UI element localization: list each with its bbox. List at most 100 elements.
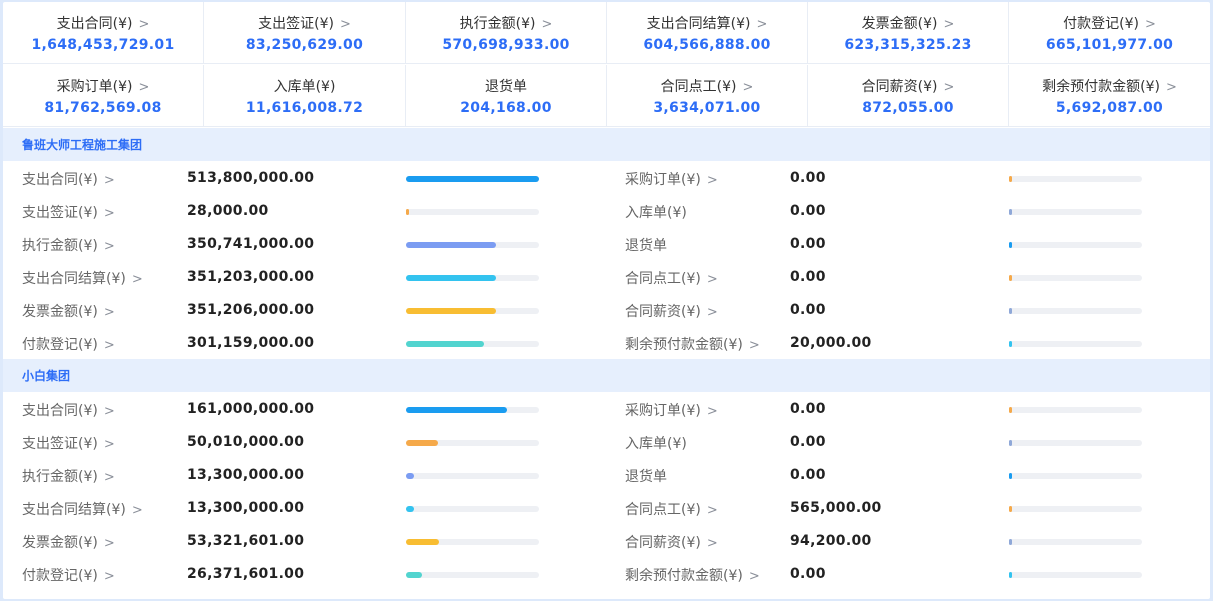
progress-track (1009, 539, 1142, 545)
metric-label-text: 支出合同(¥) (22, 403, 98, 419)
metric-label[interactable]: 执行金额(¥) > (22, 466, 115, 486)
chevron-right-icon: > (748, 338, 760, 353)
metric-value: 94,200.00 (790, 533, 872, 549)
chevron-right-icon: > (103, 206, 115, 221)
chevron-right-icon: > (1144, 17, 1156, 32)
chevron-right-icon: > (131, 272, 143, 287)
chevron-right-icon: > (748, 569, 760, 584)
metric-label[interactable]: 付款登记(¥) > (22, 334, 115, 354)
metric-label[interactable]: 支出合同结算(¥) > (22, 268, 143, 288)
metric-label-text: 剩余预付款金额(¥) (625, 568, 743, 584)
metric-value: 0.00 (790, 269, 826, 285)
metric-label[interactable]: 支出签证(¥) > (22, 433, 115, 453)
summary-card[interactable]: 支出签证(¥) >83,250,629.00 (204, 2, 406, 64)
summary-label: 支出签证(¥) > (204, 13, 405, 33)
summary-label: 剩余预付款金额(¥) > (1009, 76, 1210, 96)
metric-label[interactable]: 合同点工(¥) > (625, 499, 718, 519)
progress-fill (406, 473, 414, 479)
progress-fill (406, 539, 439, 545)
progress-track (1009, 176, 1142, 182)
metric-label[interactable]: 发票金额(¥) > (22, 532, 115, 552)
metric-label[interactable]: 采购订单(¥) > (625, 400, 718, 420)
summary-card[interactable]: 剩余预付款金额(¥) >5,692,087.00 (1009, 65, 1210, 127)
summary-label-text: 支出签证(¥) (258, 16, 334, 32)
chevron-right-icon: > (103, 470, 115, 485)
metric-label[interactable]: 支出合同(¥) > (22, 169, 115, 189)
chevron-right-icon: > (1165, 80, 1177, 95)
progress-fill (406, 242, 496, 248)
metric-label-text: 发票金额(¥) (22, 304, 98, 320)
metric-label[interactable]: 支出签证(¥) > (22, 202, 115, 222)
summary-card[interactable]: 执行金额(¥) >570,698,933.00 (406, 2, 607, 64)
metric-value: 513,800,000.00 (187, 170, 315, 186)
metric-label: 退货单 (625, 235, 667, 255)
metric-label[interactable]: 剩余预付款金额(¥) > (625, 334, 760, 354)
metric-label-text: 合同薪资(¥) (625, 304, 701, 320)
summary-card[interactable]: 支出合同(¥) >1,648,453,729.01 (3, 2, 204, 64)
metric-row: 付款登记(¥) >26,371,601.00 剩余预付款金额(¥) >0.00 (3, 557, 1210, 590)
metric-row: 执行金额(¥) > 350,741,000.00 退货单 0.00 (3, 227, 1210, 260)
progress-track (1009, 506, 1142, 512)
metric-label[interactable]: 执行金额(¥) > (22, 235, 115, 255)
metric-row: 支出合同结算(¥) >13,300,000.00 合同点工(¥) >565,000.0… (3, 491, 1210, 524)
metric-value: 50,010,000.00 (187, 434, 305, 450)
summary-card[interactable]: 支出合同结算(¥) >604,566,888.00 (607, 2, 808, 64)
progress-track (1009, 242, 1142, 248)
metric-label-text: 执行金额(¥) (22, 469, 98, 485)
metric-label-text: 支出签证(¥) (22, 205, 98, 221)
metric-value: 28,000.00 (187, 203, 269, 219)
summary-card: 入库单(¥) 11,616,008.72 (204, 65, 406, 127)
metric-row: 执行金额(¥) >13,300,000.00 退货单 0.00 (3, 458, 1210, 491)
summary-card[interactable]: 合同点工(¥) >3,634,071.00 (607, 65, 808, 127)
summary-card[interactable]: 发票金额(¥) >623,315,325.23 (808, 2, 1009, 64)
metric-value: 0.00 (790, 401, 826, 417)
summary-value: 1,648,453,729.01 (31, 37, 175, 53)
metric-value: 351,206,000.00 (187, 302, 315, 318)
summary-card[interactable]: 付款登记(¥) >665,101,977.00 (1009, 2, 1210, 64)
progress-track (1009, 407, 1142, 413)
progress-track (406, 176, 539, 182)
progress-fill (406, 209, 409, 215)
progress-track (406, 308, 539, 314)
metric-label[interactable]: 采购订单(¥) > (625, 169, 718, 189)
metric-label[interactable]: 支出合同结算(¥) > (22, 499, 143, 519)
metric-label[interactable]: 合同薪资(¥) > (625, 532, 718, 552)
metric-label-text: 支出合同结算(¥) (22, 502, 126, 518)
group-title: 小白集团 (22, 369, 71, 383)
metric-label[interactable]: 支出合同(¥) > (22, 400, 115, 420)
progress-track (1009, 572, 1142, 578)
group-title: 鲁班大师工程施工集团 (22, 138, 143, 152)
summary-card[interactable]: 合同薪资(¥) >872,055.00 (808, 65, 1009, 127)
metric-value: 0.00 (790, 434, 826, 450)
metric-label[interactable]: 发票金额(¥) > (22, 301, 115, 321)
progress-track (406, 209, 539, 215)
progress-fill (1009, 473, 1012, 479)
metric-value: 350,741,000.00 (187, 236, 315, 252)
metric-value: 351,203,000.00 (187, 269, 315, 285)
summary-grid: 支出合同(¥) >1,648,453,729.01 支出签证(¥) >83,250,6… (3, 2, 1210, 128)
metric-label[interactable]: 剩余预付款金额(¥) > (625, 565, 760, 585)
metric-label[interactable]: 合同薪资(¥) > (625, 301, 718, 321)
metric-label-text: 入库单(¥) (625, 436, 687, 452)
metric-label-text: 合同薪资(¥) (625, 535, 701, 551)
progress-fill (1009, 539, 1012, 545)
progress-fill (406, 440, 438, 446)
chevron-right-icon: > (706, 404, 718, 419)
metric-value: 0.00 (790, 236, 826, 252)
metric-label[interactable]: 付款登记(¥) > (22, 565, 115, 585)
metric-value: 161,000,000.00 (187, 401, 315, 417)
metric-value: 0.00 (790, 566, 826, 582)
progress-track (1009, 473, 1142, 479)
metric-label[interactable]: 合同点工(¥) > (625, 268, 718, 288)
summary-label-text: 剩余预付款金额(¥) (1042, 79, 1160, 95)
chevron-right-icon: > (103, 536, 115, 551)
summary-card[interactable]: 采购订单(¥) >81,762,569.08 (3, 65, 204, 127)
summary-label-text: 合同薪资(¥) (861, 79, 938, 95)
progress-track (1009, 440, 1142, 446)
chevron-right-icon: > (756, 17, 768, 32)
summary-value: 604,566,888.00 (643, 37, 771, 53)
progress-fill (406, 176, 539, 182)
progress-fill (1009, 572, 1012, 578)
summary-card: 退货单 204,168.00 (406, 65, 607, 127)
summary-label: 执行金额(¥) > (406, 13, 606, 33)
